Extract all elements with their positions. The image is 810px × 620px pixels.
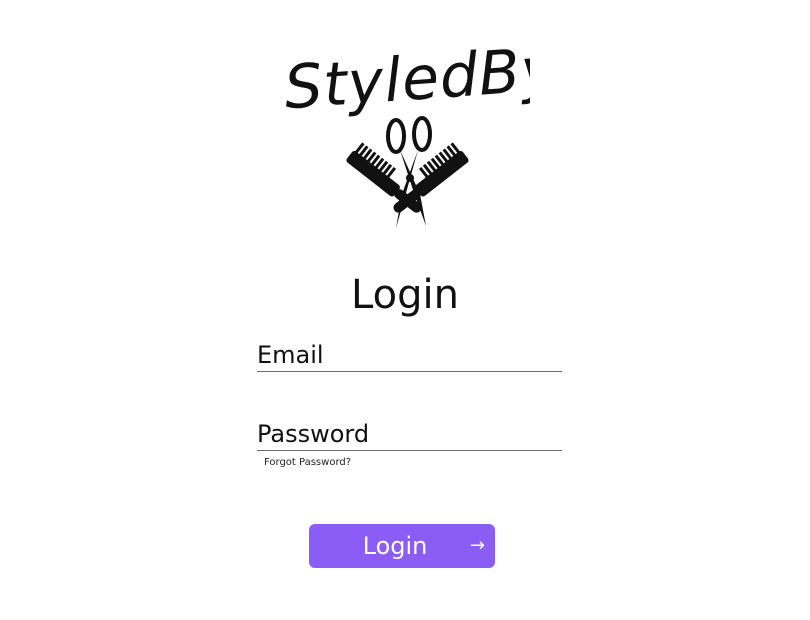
password-field-container [257,418,562,451]
logo-wordmark: StyledBy [282,34,530,123]
email-input[interactable] [257,339,562,371]
forgot-password-link[interactable]: Forgot Password? [264,457,351,468]
login-button[interactable]: Login → [309,524,495,568]
brand-logo: StyledBy [280,18,530,233]
password-input[interactable] [257,418,562,450]
arrow-right-icon: → [469,535,485,556]
logo-graphic: StyledBy [282,34,530,228]
scissors-and-combs-icon [346,116,469,228]
login-button-label: Login [362,532,428,560]
email-field-container [257,339,562,372]
login-page: StyledBy Login Email Forgot Password? Lo… [0,0,810,620]
page-title: Login [351,272,459,318]
